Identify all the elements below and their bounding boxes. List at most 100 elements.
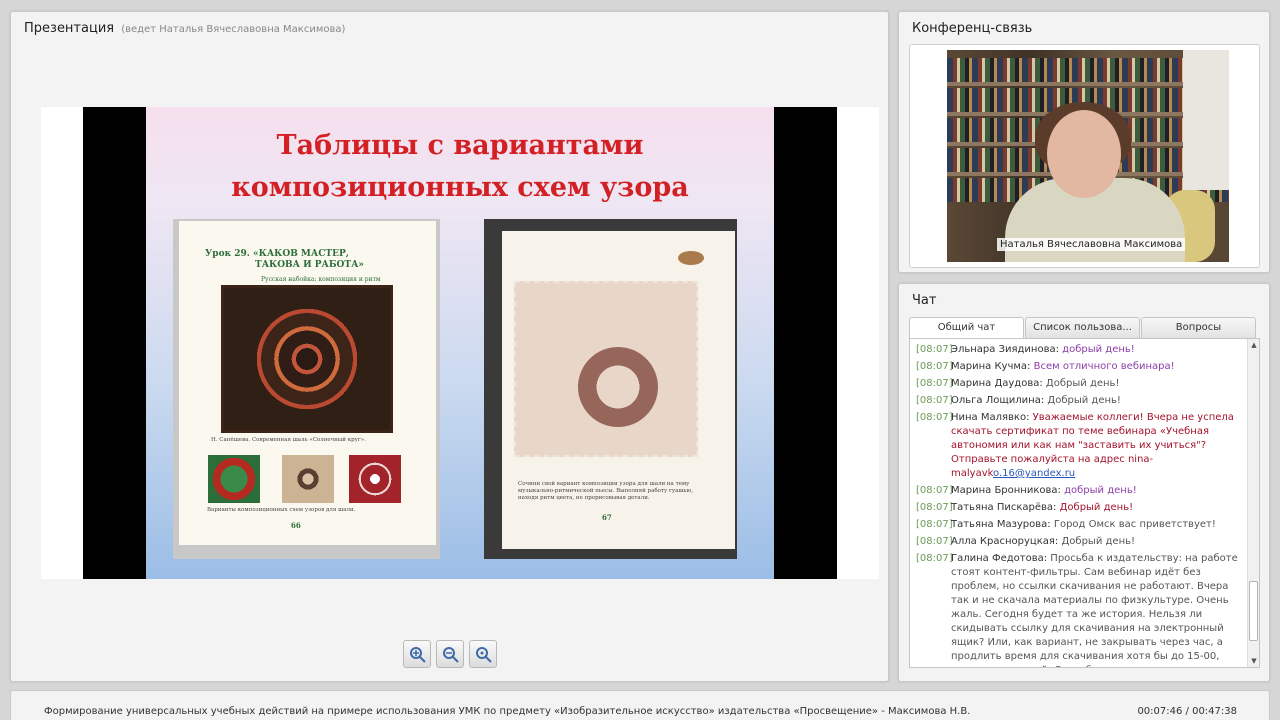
message-text: Добрый день!: [1061, 536, 1136, 547]
zoom-out-icon: [443, 647, 459, 663]
message-text: Добрый день!: [1059, 502, 1134, 513]
message-body: Галина Федотова: Просьба к издательству:…: [951, 552, 1244, 667]
message-time: [08:07]: [916, 519, 953, 530]
palette-icon: [678, 251, 704, 265]
message-time: [08:07]: [916, 485, 953, 496]
shawl-image: [221, 285, 393, 433]
chat-message-list[interactable]: [08:07] Эльнара Зиядинова: добрый день! [0…: [909, 338, 1260, 668]
lesson-subheading: Русская набойка: композиция и ритм: [261, 276, 381, 283]
scroll-thumb[interactable]: [1249, 581, 1258, 641]
messages: [08:07] Эльнара Зиядинова: добрый день! [0…: [916, 343, 1244, 667]
message-author: Марина Кучма: [951, 361, 1028, 372]
message-author: Марина Бронникова: [951, 485, 1058, 496]
flower-pattern: [578, 347, 658, 427]
presentation-panel: Презентация (ведет Наталья Вячеславовна …: [10, 11, 889, 682]
chat-panel: Чат Общий чат Список пользова... Вопросы…: [898, 283, 1270, 682]
message-body: Марина Бронникова: добрый день!: [951, 485, 1137, 496]
page-number-right: 67: [602, 513, 612, 522]
chat-message: [08:07] Эльнара Зиядинова: добрый день!: [916, 343, 1244, 357]
tab-user-list[interactable]: Список пользова...: [1025, 317, 1140, 339]
slide-title-line-1: Таблицы с вариантами: [276, 130, 644, 161]
chat-message: [08:07] Алла Красноруцкая: Добрый день!: [916, 535, 1244, 549]
message-author: Ольга Лощилина: [951, 395, 1041, 406]
pattern-scheme-1: [208, 455, 260, 503]
shawl-caption: Н. Сапёшева. Современная шаль «Солнечный…: [211, 437, 366, 443]
zoom-fit-icon: [476, 647, 492, 663]
presenter-video[interactable]: Наталья Вячеславовна Максимова: [947, 50, 1229, 262]
message-text: Город Омск вас приветствует!: [1053, 519, 1216, 530]
slide-stage: Таблицы с вариантами композиционных схем…: [41, 107, 879, 579]
page-left: Урок 29. «КАКОВ МАСТЕР, ТАКОВА И РАБОТА»…: [179, 221, 436, 545]
playback-timer: 00:07:46 / 00:47:38: [1137, 706, 1237, 717]
message-text: Добрый день!: [1047, 395, 1121, 406]
pattern-scheme-3: [349, 455, 401, 503]
exercise-caption: Сочини свой вариант композиции узора для…: [518, 481, 694, 501]
presenter-note: (ведет Наталья Вячеславовна Максимова): [121, 24, 346, 35]
lesson-heading-line-2: ТАКОВА И РАБОТА»: [255, 260, 365, 270]
slide-title: Таблицы с вариантами композиционных схем…: [146, 125, 774, 209]
scroll-down-icon[interactable]: ▼: [1249, 656, 1259, 666]
chat-scrollbar[interactable]: ▲ ▼: [1247, 339, 1259, 667]
message-text: Просьба к издательству: на работе стоят …: [951, 553, 1238, 667]
presentation-title: Презентация (ведет Наталья Вячеславовна …: [24, 21, 345, 36]
video-frame: Наталья Вячеславовна Максимова: [909, 44, 1260, 268]
lesson-heading: Урок 29. «КАКОВ МАСТЕР, ТАКОВА И РАБОТА»: [205, 249, 364, 271]
message-time: [08:07]: [916, 412, 953, 423]
footer-bar: Формирование универсальных учебных дейст…: [10, 690, 1270, 720]
message-author: Татьяна Пискарёва: [951, 502, 1054, 513]
chat-message: [08:07] Галина Федотова: Просьба к издате…: [916, 552, 1244, 667]
message-time: [08:07]: [916, 378, 953, 389]
message-author: Татьяна Мазурова: [951, 519, 1048, 530]
chat-message: [08:07] Ольга Лощилина: Добрый день!: [916, 394, 1244, 408]
message-body: Татьяна Пискарёва: Добрый день!: [951, 502, 1134, 513]
message-time: [08:07]: [916, 361, 953, 372]
message-text: Добрый день!: [1045, 378, 1120, 389]
conference-panel: Конференц-связь Наталья Вячеславовна Мак…: [898, 11, 1270, 273]
chat-message: [08:07] Марина Даудова: Добрый день!: [916, 377, 1244, 391]
message-body: Татьяна Мазурова: Город Омск вас приветс…: [951, 519, 1216, 530]
message-time: [08:07]: [916, 502, 953, 513]
message-text: добрый день!: [1064, 485, 1137, 496]
chat-message: [08:07] Татьяна Пискарёва: Добрый день!: [916, 501, 1244, 515]
message-time: [08:07]: [916, 553, 953, 564]
message-author: Марина Даудова: [951, 378, 1040, 389]
course-title: Формирование универсальных учебных дейст…: [44, 706, 971, 717]
page-right: Сочини свой вариант композиции узора для…: [502, 231, 735, 549]
message-author: Алла Красноруцкая: [951, 536, 1055, 547]
tab-general-chat[interactable]: Общий чат: [909, 317, 1024, 339]
scroll-up-icon[interactable]: ▲: [1249, 340, 1259, 350]
message-body: Нина Малявко: Уважаемые коллеги! Вчера н…: [951, 412, 1234, 479]
message-body: Эльнара Зиядинова: добрый день!: [951, 344, 1135, 355]
presentation-title-text: Презентация: [24, 21, 115, 36]
message-time: [08:07]: [916, 344, 953, 355]
textbook-page-right: Сочини свой вариант композиции узора для…: [484, 219, 737, 559]
chat-message: [08:07] Марина Бронникова: добрый день!: [916, 484, 1244, 498]
message-author: Галина Федотова: [951, 553, 1044, 564]
chat-message: [08:07] Нина Малявко: Уважаемые коллеги! …: [916, 411, 1244, 481]
zoom-in-button[interactable]: [403, 640, 431, 668]
pattern-scheme-2: [282, 455, 334, 503]
window: [1183, 50, 1229, 190]
textbook-page-left: Урок 29. «КАКОВ МАСТЕР, ТАКОВА И РАБОТА»…: [173, 219, 440, 559]
page-number-left: 66: [291, 521, 301, 530]
video-name-label: Наталья Вячеславовна Максимова: [997, 238, 1186, 251]
message-author: Нина Малявко: [951, 412, 1027, 423]
zoom-in-icon: [410, 647, 426, 663]
message-body: Марина Даудова: Добрый день!: [951, 378, 1120, 389]
chat-message: [08:07] Марина Кучма: Всем отличного веби…: [916, 360, 1244, 374]
fabric-sample: [514, 281, 698, 457]
zoom-out-button[interactable]: [436, 640, 464, 668]
message-link[interactable]: o.16@yandex.ru: [993, 468, 1075, 479]
slide: Таблицы с вариантами композиционных схем…: [146, 107, 774, 579]
lesson-heading-line-1: Урок 29. «КАКОВ МАСТЕР,: [205, 249, 349, 259]
message-time: [08:07]: [916, 395, 953, 406]
schemes-caption: Варианты композиционных схем узоров для …: [207, 507, 356, 513]
tab-questions[interactable]: Вопросы: [1141, 317, 1256, 339]
conference-title: Конференц-связь: [912, 21, 1033, 36]
zoom-fit-button[interactable]: [469, 640, 497, 668]
message-body: Марина Кучма: Всем отличного вебинара!: [951, 361, 1175, 372]
message-body: Ольга Лощилина: Добрый день!: [951, 395, 1121, 406]
message-author: Эльнара Зиядинова: [951, 344, 1056, 355]
message-text: Всем отличного вебинара!: [1033, 361, 1175, 372]
chat-message: [08:07] Татьяна Мазурова: Город Омск вас …: [916, 518, 1244, 532]
